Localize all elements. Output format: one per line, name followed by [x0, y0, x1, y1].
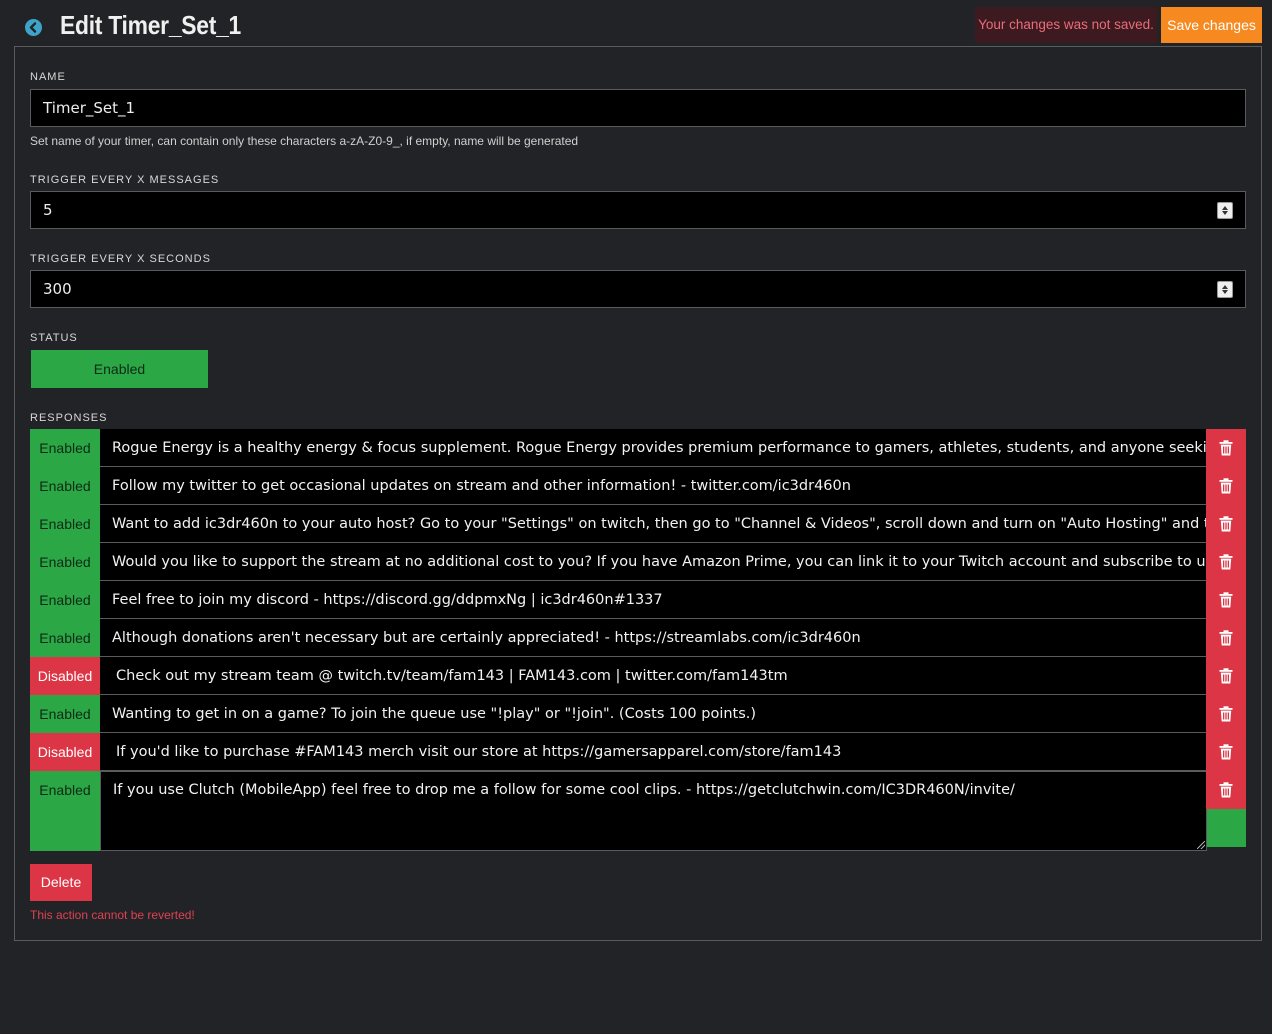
- response-text-input[interactable]: Rogue Energy is a healthy energy & focus…: [100, 429, 1207, 467]
- response-text-input[interactable]: Would you like to support the stream at …: [100, 543, 1207, 581]
- delete-response-button[interactable]: [1206, 543, 1246, 581]
- seconds-value: 300: [43, 280, 72, 298]
- response-text-input[interactable]: Wanting to get in on a game? To join the…: [100, 695, 1207, 733]
- status-toggle[interactable]: Enabled: [31, 350, 208, 388]
- form: NAME Timer_Set_1 Set name of your timer,…: [0, 0, 1272, 1034]
- seconds-label: TRIGGER EVERY X SECONDS: [30, 253, 211, 265]
- messages-label: TRIGGER EVERY X MESSAGES: [30, 174, 220, 186]
- response-status-toggle[interactable]: Disabled: [30, 733, 100, 771]
- delete-timer-button[interactable]: Delete: [30, 864, 92, 901]
- response-row: Enabled Would you like to support the str…: [30, 543, 1246, 581]
- status-label: STATUS: [30, 332, 78, 344]
- response-status-toggle[interactable]: Enabled: [30, 619, 100, 657]
- response-row: Disabled Check out my stream team @ twitc…: [30, 657, 1246, 695]
- response-row: Enabled Feel free to join my discord - ht…: [30, 581, 1246, 619]
- resize-grip-icon[interactable]: [1197, 841, 1205, 849]
- responses-list: Enabled Rogue Energy is a healthy energy …: [30, 429, 1246, 851]
- response-text-input[interactable]: Check out my stream team @ twitch.tv/tea…: [100, 657, 1207, 695]
- response-status-toggle[interactable]: Enabled: [30, 581, 100, 619]
- response-row: Disabled If you'd like to purchase #FAM14…: [30, 733, 1246, 771]
- delete-response-button[interactable]: [1206, 771, 1246, 809]
- response-status-toggle[interactable]: Disabled: [30, 657, 100, 695]
- delete-response-button[interactable]: [1206, 581, 1246, 619]
- delete-response-button[interactable]: [1206, 619, 1246, 657]
- seconds-input[interactable]: 300: [30, 270, 1246, 308]
- name-hint: Set name of your timer, can contain only…: [30, 134, 579, 148]
- name-input[interactable]: Timer_Set_1: [30, 89, 1246, 127]
- delete-response-button[interactable]: [1206, 733, 1246, 771]
- delete-response-button[interactable]: [1206, 429, 1246, 467]
- response-row: Enabled Want to add ic3dr460n to your aut…: [30, 505, 1246, 543]
- response-row: Enabled Wanting to get in on a game? To j…: [30, 695, 1246, 733]
- delete-warning: This action cannot be reverted!: [30, 908, 195, 922]
- delete-response-button[interactable]: [1206, 505, 1246, 543]
- response-status-toggle[interactable]: Enabled: [30, 467, 100, 505]
- response-status-toggle[interactable]: Enabled: [30, 429, 100, 467]
- response-status-toggle[interactable]: Enabled: [30, 771, 100, 851]
- responses-label: RESPONSES: [30, 412, 108, 424]
- response-row: Enabled If you use Clutch (MobileApp) fee…: [30, 771, 1246, 851]
- response-text-input[interactable]: Follow my twitter to get occasional upda…: [100, 467, 1207, 505]
- response-text-input[interactable]: If you'd like to purchase #FAM143 merch …: [100, 733, 1207, 771]
- response-row: Enabled Rogue Energy is a healthy energy …: [30, 429, 1246, 467]
- response-status-toggle[interactable]: Enabled: [30, 505, 100, 543]
- delete-response-button[interactable]: [1206, 657, 1246, 695]
- spinner-arrows-icon[interactable]: [1217, 202, 1233, 219]
- response-text-input[interactable]: Want to add ic3dr460n to your auto host?…: [100, 505, 1207, 543]
- response-text-input[interactable]: If you use Clutch (MobileApp) feel free …: [100, 771, 1207, 851]
- response-status-toggle[interactable]: Enabled: [30, 543, 100, 581]
- response-text-input[interactable]: Feel free to join my discord - https://d…: [100, 581, 1207, 619]
- delete-response-button[interactable]: [1206, 467, 1246, 505]
- response-row: Enabled Although donations aren't necessa…: [30, 619, 1246, 657]
- spinner-arrows-icon[interactable]: [1217, 281, 1233, 298]
- response-text-input[interactable]: Although donations aren't necessary but …: [100, 619, 1207, 657]
- response-row: Enabled Follow my twitter to get occasion…: [30, 467, 1246, 505]
- messages-value: 5: [43, 201, 53, 219]
- response-status-toggle[interactable]: Enabled: [30, 695, 100, 733]
- messages-input[interactable]: 5: [30, 191, 1246, 229]
- name-label: NAME: [30, 71, 66, 83]
- delete-response-button[interactable]: [1206, 695, 1246, 733]
